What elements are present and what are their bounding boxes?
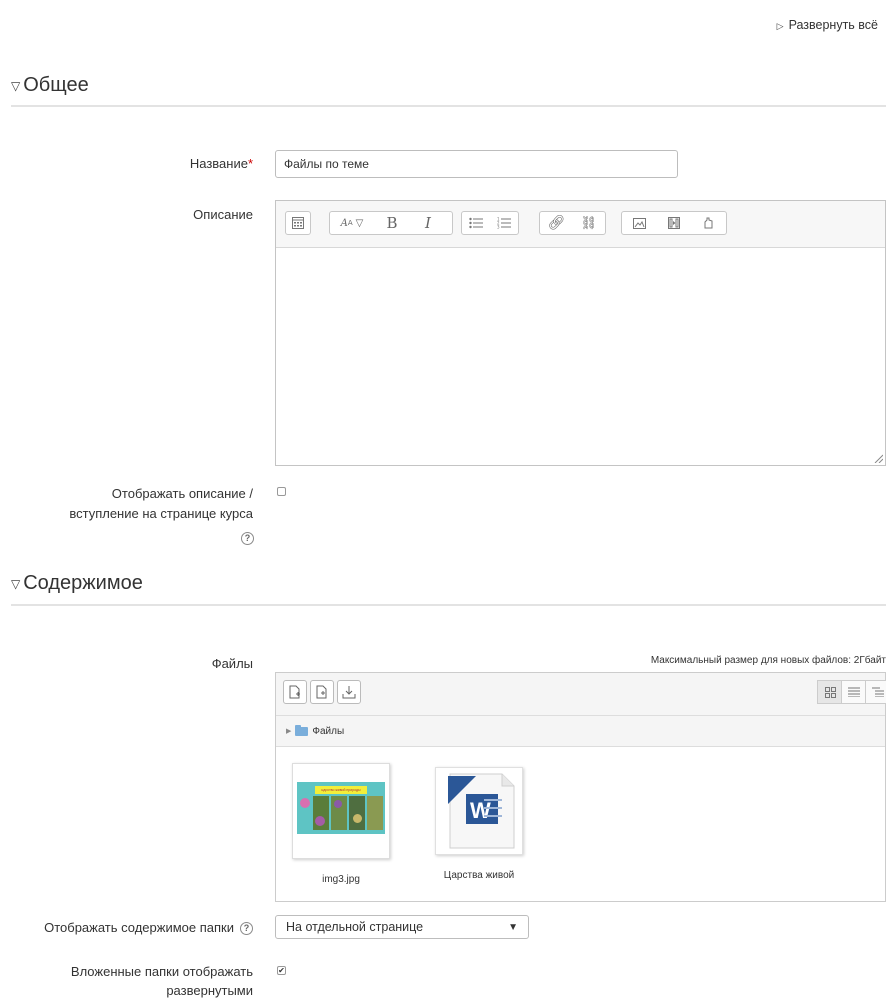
- icon-view-icon[interactable]: [817, 680, 843, 704]
- section-content-header[interactable]: ▽ Содержимое: [11, 572, 143, 595]
- path-folder-name[interactable]: Файлы: [312, 726, 344, 737]
- manage-files-icon[interactable]: [691, 212, 726, 234]
- word-document-icon: W: [435, 767, 523, 855]
- subfolders-expanded-label: Вложенные папки отображать развернутыми: [70, 964, 253, 998]
- max-file-size-text: Максимальный размер для новых файлов: 2Г…: [650, 655, 886, 666]
- font-style-icon[interactable]: A A ▽: [330, 212, 374, 234]
- expand-arrow-icon[interactable]: ▶: [286, 727, 291, 735]
- list-view-icon[interactable]: [841, 680, 867, 704]
- files-label: Файлы: [211, 656, 253, 671]
- collapse-triangle-icon: ▽: [11, 576, 21, 591]
- section-general-title: Общее: [23, 74, 89, 96]
- editor-toolbar: A A ▽ B I 123 🔗︎ ⛓︎: [276, 201, 885, 248]
- ordered-list-icon[interactable]: 123: [490, 212, 518, 234]
- file-name: Царства живой: [443, 870, 515, 881]
- svg-text:3: 3: [497, 225, 500, 230]
- section-divider: [11, 105, 886, 107]
- name-label: Название*: [189, 156, 253, 171]
- required-marker: *: [247, 156, 253, 171]
- link-icon[interactable]: 🔗︎: [540, 212, 573, 234]
- file-manager-path: ▶ Файлы: [276, 716, 885, 747]
- resize-handle-icon[interactable]: [873, 453, 884, 464]
- subfolders-expanded-checkbox[interactable]: ✔: [277, 966, 286, 975]
- description-editor: A A ▽ B I 123 🔗︎ ⛓︎: [275, 200, 886, 466]
- section-divider: [11, 604, 886, 606]
- add-file-icon[interactable]: [283, 680, 307, 704]
- svg-text:W: W: [470, 798, 491, 823]
- toolbar-toggle-icon[interactable]: [286, 212, 310, 234]
- image-thumbnail: царство живой природы: [292, 763, 390, 859]
- file-item-word[interactable]: W Царства живой: [429, 767, 529, 881]
- download-all-icon[interactable]: [337, 680, 361, 704]
- editor-content-area[interactable]: [276, 248, 885, 465]
- create-folder-icon[interactable]: [310, 680, 334, 704]
- name-input[interactable]: [275, 150, 678, 178]
- show-description-label: Отображать описание / вступление на стра…: [69, 486, 253, 521]
- file-item-image[interactable]: царство живой природы img3.jpg: [291, 763, 391, 885]
- display-contents-select[interactable]: На отдельной странице ▼: [275, 915, 529, 939]
- image-icon[interactable]: [622, 212, 657, 234]
- file-name: img3.jpg: [322, 874, 360, 885]
- dropdown-arrow-icon: ▼: [508, 921, 518, 933]
- show-description-checkbox[interactable]: [277, 487, 286, 496]
- file-manager-toolbar: [276, 673, 886, 716]
- unlink-icon[interactable]: ⛓︎: [573, 212, 606, 234]
- file-manager: ▶ Файлы царство живой природы img3.jpg W…: [275, 672, 886, 902]
- expand-triangle-icon: ▷: [776, 21, 784, 31]
- collapse-triangle-icon: ▽: [11, 78, 21, 93]
- display-contents-value: На отдельной странице: [286, 920, 424, 934]
- expand-all-link[interactable]: ▷ Развернуть всё: [777, 18, 878, 32]
- section-content-title: Содержимое: [23, 572, 143, 594]
- italic-icon[interactable]: I: [410, 212, 446, 234]
- help-icon[interactable]: ?: [240, 921, 253, 935]
- help-icon[interactable]: ?: [241, 532, 254, 545]
- unordered-list-icon[interactable]: [462, 212, 490, 234]
- section-general-header[interactable]: ▽ Общее: [11, 74, 89, 97]
- display-contents-label: Отображать содержимое папки ?: [0, 918, 253, 938]
- thumbnail-caption: царство живой природы: [315, 786, 367, 794]
- bold-icon[interactable]: B: [374, 212, 410, 234]
- tree-view-icon[interactable]: [865, 680, 886, 704]
- folder-icon: [295, 724, 309, 736]
- description-label: Описание: [193, 207, 253, 222]
- media-icon[interactable]: [657, 212, 692, 234]
